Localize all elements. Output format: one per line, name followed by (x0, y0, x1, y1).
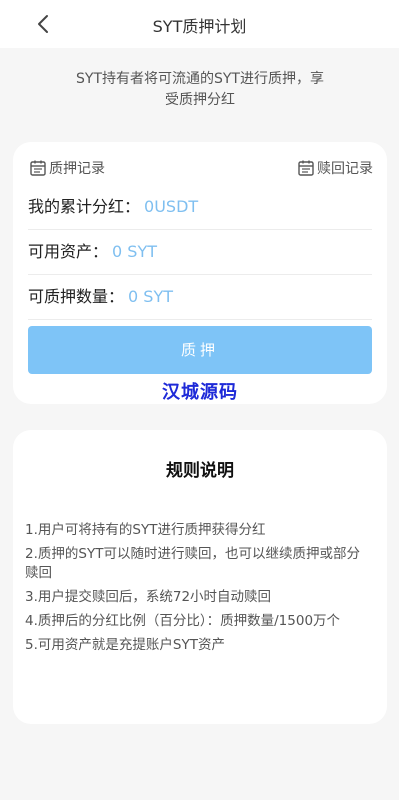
watermark-text: 汉城源码 (162, 382, 238, 403)
cumulative-dividend-label: 我的累计分红： (28, 197, 141, 216)
pledgeable-amount-value: 0 SYT (128, 287, 173, 306)
rule-item: 5.可用资产就是充提账户SYT资产 (25, 637, 225, 653)
pledgeable-amount-label: 可质押数量： (28, 287, 125, 306)
pledge-button[interactable]: 质押 (28, 326, 372, 374)
top-nav-bar: SYT质押计划 (0, 0, 399, 48)
available-assets-value: 0 SYT (112, 242, 157, 261)
rule-item: 1.用户可将持有的SYT进行质押获得分红 (25, 522, 266, 538)
available-assets-label: 可用资产： (28, 242, 109, 261)
redeem-records-link[interactable]: 赎回记录 (297, 158, 373, 178)
rules-card: 规则说明 1.用户可将持有的SYT进行质押获得分红 2.质押的SYT可以随时进行… (13, 430, 387, 724)
redeem-records-label: 赎回记录 (317, 161, 373, 177)
pledge-card: 质押记录 赎回记录 我的累计分红： 0USDT 可用资产： 0 SYT 可质押数量：… (13, 142, 387, 404)
rules-list: 1.用户可将持有的SYT进行质押获得分红 2.质押的SYT可以随时进行赎回，也可… (25, 521, 373, 660)
calendar-icon (30, 160, 46, 176)
pledgeable-amount-row: 可质押数量： 0 SYT (28, 275, 372, 320)
pledge-records-label: 质押记录 (49, 161, 105, 177)
records-row: 质押记录 赎回记录 (29, 158, 373, 180)
rule-item: 3.用户提交赎回后，系统72小时自动赎回 (25, 589, 272, 605)
rules-title: 规则说明 (166, 461, 234, 481)
cumulative-dividend-value: 0USDT (144, 197, 199, 216)
page-title: SYT质押计划 (152, 17, 247, 36)
pledge-records-link[interactable]: 质押记录 (29, 158, 105, 178)
rule-item: 4.质押后的分红比例（百分比）：质押数量/1500万个 (25, 613, 341, 629)
rule-item: 2.质押的SYT可以随时进行赎回，也可以继续质押或部分赎回 (25, 546, 360, 581)
available-assets-row: 可用资产： 0 SYT (28, 230, 372, 275)
intro-text: SYT持有者将可流通的SYT进行质押，享受质押分红 (76, 71, 324, 108)
calendar-icon (298, 160, 314, 176)
cumulative-dividend-row: 我的累计分红： 0USDT (28, 185, 372, 230)
